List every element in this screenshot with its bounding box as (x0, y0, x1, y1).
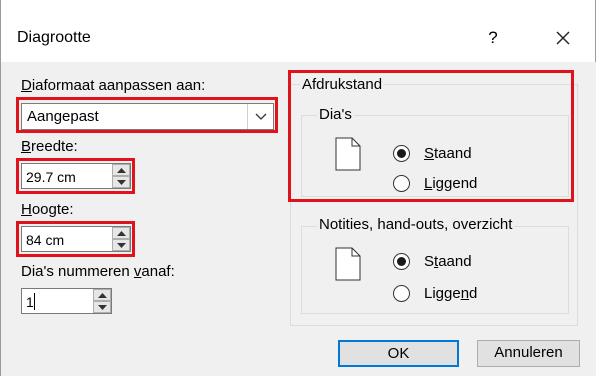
width-spinner[interactable]: 29.7 cm (21, 163, 131, 189)
caret-up-icon (117, 231, 126, 236)
numbering-decrease-button[interactable] (93, 301, 111, 313)
dropdown-button[interactable] (247, 104, 273, 129)
text-cursor (34, 293, 35, 310)
chevron-down-icon (255, 113, 267, 120)
notes-portrait-radio[interactable] (393, 253, 410, 270)
cancel-button[interactable]: Annuleren (477, 340, 580, 367)
portrait-page-icon (335, 137, 361, 171)
numbering-spinner[interactable]: 1 (21, 288, 112, 314)
caret-down-icon (98, 305, 107, 310)
dialog-title: Diagrootte (17, 29, 91, 46)
height-label: Hoogte: (21, 201, 74, 218)
page-size-dialog: Diagrootte ? Diaformaat aanpassen aan: A… (0, 0, 596, 376)
caret-up-icon (98, 293, 107, 298)
numbering-increase-button[interactable] (93, 289, 111, 301)
slides-landscape-label[interactable]: Liggend (424, 175, 477, 193)
portrait-page-icon (335, 247, 361, 281)
numbering-input[interactable]: 1 (26, 293, 34, 311)
help-button[interactable]: ? (479, 24, 507, 52)
ok-button[interactable]: OK (338, 340, 459, 367)
slides-portrait-radio[interactable] (393, 145, 410, 162)
numbering-label: Dia's nummeren vanaf: (21, 263, 175, 280)
slide-size-label: Diaformaat aanpassen aan: (21, 77, 206, 94)
notes-portrait-label[interactable]: Staand (424, 253, 472, 271)
height-decrease-button[interactable] (112, 239, 130, 251)
radio-selected-dot (397, 257, 406, 266)
caret-down-icon (117, 180, 126, 185)
notes-landscape-radio[interactable] (393, 285, 410, 302)
height-increase-button[interactable] (112, 227, 130, 239)
caret-up-icon (117, 168, 126, 173)
slides-landscape-radio[interactable] (393, 175, 410, 192)
slide-size-select[interactable]: Aangepast (21, 103, 274, 130)
slides-portrait-label[interactable]: Staand (424, 145, 472, 163)
caret-down-icon (117, 243, 126, 248)
slide-size-value: Aangepast (27, 108, 99, 125)
height-input[interactable]: 84 cm (26, 231, 64, 249)
orientation-title: Afdrukstand (300, 76, 385, 94)
close-button[interactable] (549, 24, 577, 52)
height-spinner[interactable]: 84 cm (21, 226, 131, 252)
width-label: Breedte: (21, 138, 78, 155)
width-input[interactable]: 29.7 cm (26, 168, 76, 186)
notes-orientation-title: Notities, hand-outs, overzicht (317, 216, 515, 234)
radio-selected-dot (397, 149, 406, 158)
close-icon (556, 31, 570, 45)
width-increase-button[interactable] (112, 164, 130, 176)
width-decrease-button[interactable] (112, 176, 130, 188)
slides-orientation-title: Dia's (317, 106, 354, 124)
notes-landscape-label[interactable]: Liggend (424, 285, 477, 303)
